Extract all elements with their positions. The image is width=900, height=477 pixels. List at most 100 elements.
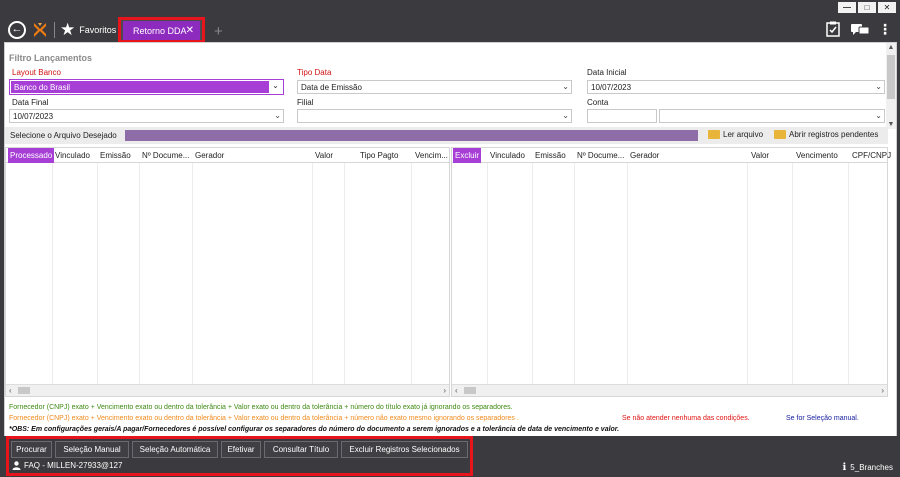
- file-selector-row: Selecione o Arquivo Desejado Ler arquivo…: [5, 127, 888, 144]
- grid-header: Excluir Vinculado Emissão Nº Docume... G…: [452, 148, 891, 163]
- info-icon: ℹ: [842, 462, 847, 473]
- chevron-down-icon[interactable]: ⌄: [268, 81, 282, 93]
- column-numero-documento[interactable]: Nº Docume...: [577, 151, 624, 160]
- data-inicial-value: 10/07/2023: [591, 83, 632, 92]
- right-records-grid[interactable]: Excluir Vinculado Emissão Nº Docume... G…: [451, 147, 891, 397]
- chevron-down-icon[interactable]: ⌄: [562, 82, 569, 91]
- column-gerador[interactable]: Gerador: [195, 151, 224, 160]
- user-label: FAQ - MILLEN-27933@127: [24, 461, 123, 470]
- layout-banco-select[interactable]: Banco do Brasil ⌄: [9, 79, 284, 95]
- tab-retorno-dda[interactable]: Retorno DDA ✕: [118, 17, 205, 43]
- more-options-icon[interactable]: ⋮: [878, 21, 892, 37]
- open-pending-button[interactable]: Abrir registros pendentes: [774, 130, 878, 139]
- section-title: Filtro Lançamentos: [9, 53, 93, 63]
- excluir-registros-button[interactable]: Excluir Registros Selecionados: [341, 441, 468, 458]
- bottom-bar: Procurar Seleção Manual Seleção Automáti…: [4, 436, 897, 477]
- column-valor[interactable]: Valor: [751, 151, 769, 160]
- divider: [54, 22, 55, 38]
- column-emissao[interactable]: Emissão: [535, 151, 566, 160]
- user-icon: [12, 461, 21, 470]
- read-file-label: Ler arquivo: [723, 130, 764, 139]
- chevron-down-icon[interactable]: ⌄: [274, 111, 281, 120]
- column-cpf-cnpj[interactable]: CPF/CNPJ: [852, 151, 891, 160]
- selecao-automatica-button[interactable]: Seleção Automática: [132, 441, 218, 458]
- clipboard-check-icon[interactable]: [826, 21, 840, 37]
- column-emissao[interactable]: Emissão: [100, 151, 131, 160]
- window-controls: — □ ✕: [838, 2, 896, 13]
- selecao-manual-button[interactable]: Seleção Manual: [55, 441, 129, 458]
- column-processado[interactable]: Processado: [8, 148, 55, 163]
- tipo-data-label: Tipo Data: [297, 68, 332, 77]
- file-path-field[interactable]: [125, 130, 698, 141]
- layout-banco-label: Layout Banco: [12, 68, 61, 77]
- filial-label: Filial: [297, 98, 314, 107]
- folder-icon: [708, 130, 720, 139]
- data-inicial-field[interactable]: 10/07/2023 ⌄: [587, 80, 885, 94]
- conta-select[interactable]: ⌄: [659, 109, 885, 123]
- scroll-right-icon[interactable]: ›: [443, 386, 446, 395]
- file-selector-label: Selecione o Arquivo Desejado: [10, 131, 117, 140]
- favorites-label: Favoritos: [79, 24, 117, 35]
- left-records-grid[interactable]: Processado Vinculado Emissão Nº Docume..…: [5, 147, 450, 397]
- consultar-titulo-button[interactable]: Consultar Título: [264, 441, 338, 458]
- data-final-field[interactable]: 10/07/2023 ⌄: [9, 109, 284, 123]
- scroll-right-icon[interactable]: ›: [881, 386, 884, 395]
- scrollbar-thumb[interactable]: [887, 55, 895, 99]
- action-buttons-group: Procurar Seleção Manual Seleção Automáti…: [6, 436, 473, 476]
- tab-label: Retorno DDA: [133, 26, 187, 36]
- legend-red: Se não atender nenhuma das condições.: [622, 415, 750, 422]
- conta-label: Conta: [587, 98, 609, 107]
- horizontal-scrollbar[interactable]: ‹ ›: [6, 384, 449, 396]
- tipo-data-value: Data de Emissão: [301, 83, 362, 92]
- column-valor[interactable]: Valor: [315, 151, 333, 160]
- column-tipo-pagto[interactable]: Tipo Pagto: [360, 151, 398, 160]
- branch-label: 5_Branches: [850, 463, 893, 472]
- add-tab-icon[interactable]: +: [214, 24, 223, 39]
- scroll-left-icon[interactable]: ‹: [9, 386, 12, 395]
- chevron-down-icon[interactable]: ⌄: [562, 111, 569, 120]
- data-final-value: 10/07/2023: [13, 112, 54, 121]
- app-logo-icon: [34, 23, 46, 37]
- conta-code-field[interactable]: [587, 109, 657, 123]
- vertical-scrollbar[interactable]: ▲ ▼: [886, 43, 896, 129]
- column-excluir[interactable]: Excluir: [453, 148, 482, 163]
- chat-icon[interactable]: [851, 24, 869, 36]
- legend-obs: *OBS: Em configurações gerais/A pagar/Fo…: [9, 426, 620, 433]
- chevron-down-icon[interactable]: ⌄: [875, 82, 882, 91]
- favorites-button[interactable]: ★ Favoritos: [60, 21, 116, 38]
- legend-blue: Se for Seleção manual.: [786, 415, 859, 422]
- main-panel: ▲ ▼ Filtro Lançamentos Layout Banco Banc…: [4, 42, 897, 438]
- scrollbar-thumb[interactable]: [464, 387, 476, 394]
- maximize-button[interactable]: □: [858, 2, 876, 13]
- close-tab-icon[interactable]: ✕: [186, 25, 194, 36]
- read-file-button[interactable]: Ler arquivo: [708, 130, 763, 139]
- column-vinculado[interactable]: Vinculado: [55, 151, 90, 160]
- procurar-button[interactable]: Procurar: [11, 441, 52, 458]
- open-pending-label: Abrir registros pendentes: [789, 130, 879, 139]
- filial-select[interactable]: ⌄: [297, 109, 572, 123]
- efetivar-button[interactable]: Efetivar: [221, 441, 261, 458]
- scroll-up-icon[interactable]: ▲: [886, 44, 896, 51]
- column-gerador[interactable]: Gerador: [630, 151, 659, 160]
- column-numero-documento[interactable]: Nº Docume...: [142, 151, 189, 160]
- star-icon: ★: [60, 20, 76, 39]
- horizontal-scrollbar[interactable]: ‹ ›: [452, 384, 887, 396]
- column-vinculado[interactable]: Vinculado: [490, 151, 525, 160]
- close-window-button[interactable]: ✕: [878, 2, 896, 13]
- legend-green: Fornecedor (CNPJ) exato + Vencimento exa…: [9, 404, 513, 411]
- column-vencimento[interactable]: Vencimento: [796, 151, 838, 160]
- branch-status: ℹ 5_Branches: [842, 462, 893, 473]
- legend-orange: Fornecedor (CNPJ) exato + Vencimento exa…: [9, 415, 519, 422]
- data-inicial-label: Data Inicial: [587, 68, 627, 77]
- data-final-label: Data Final: [12, 98, 49, 107]
- minimize-button[interactable]: —: [838, 2, 856, 13]
- column-vencimento[interactable]: Vencim...: [415, 151, 448, 160]
- back-arrow-icon[interactable]: ←: [8, 21, 26, 39]
- title-bar: — □ ✕ ← ★ Favoritos Retorno DDA ✕ + ⋮: [0, 0, 900, 43]
- scroll-left-icon[interactable]: ‹: [455, 386, 458, 395]
- chevron-down-icon[interactable]: ⌄: [875, 111, 882, 120]
- tipo-data-select[interactable]: Data de Emissão ⌄: [297, 80, 572, 94]
- user-status: FAQ - MILLEN-27933@127: [12, 461, 122, 470]
- folder-open-icon: [774, 130, 786, 139]
- scrollbar-thumb[interactable]: [18, 387, 30, 394]
